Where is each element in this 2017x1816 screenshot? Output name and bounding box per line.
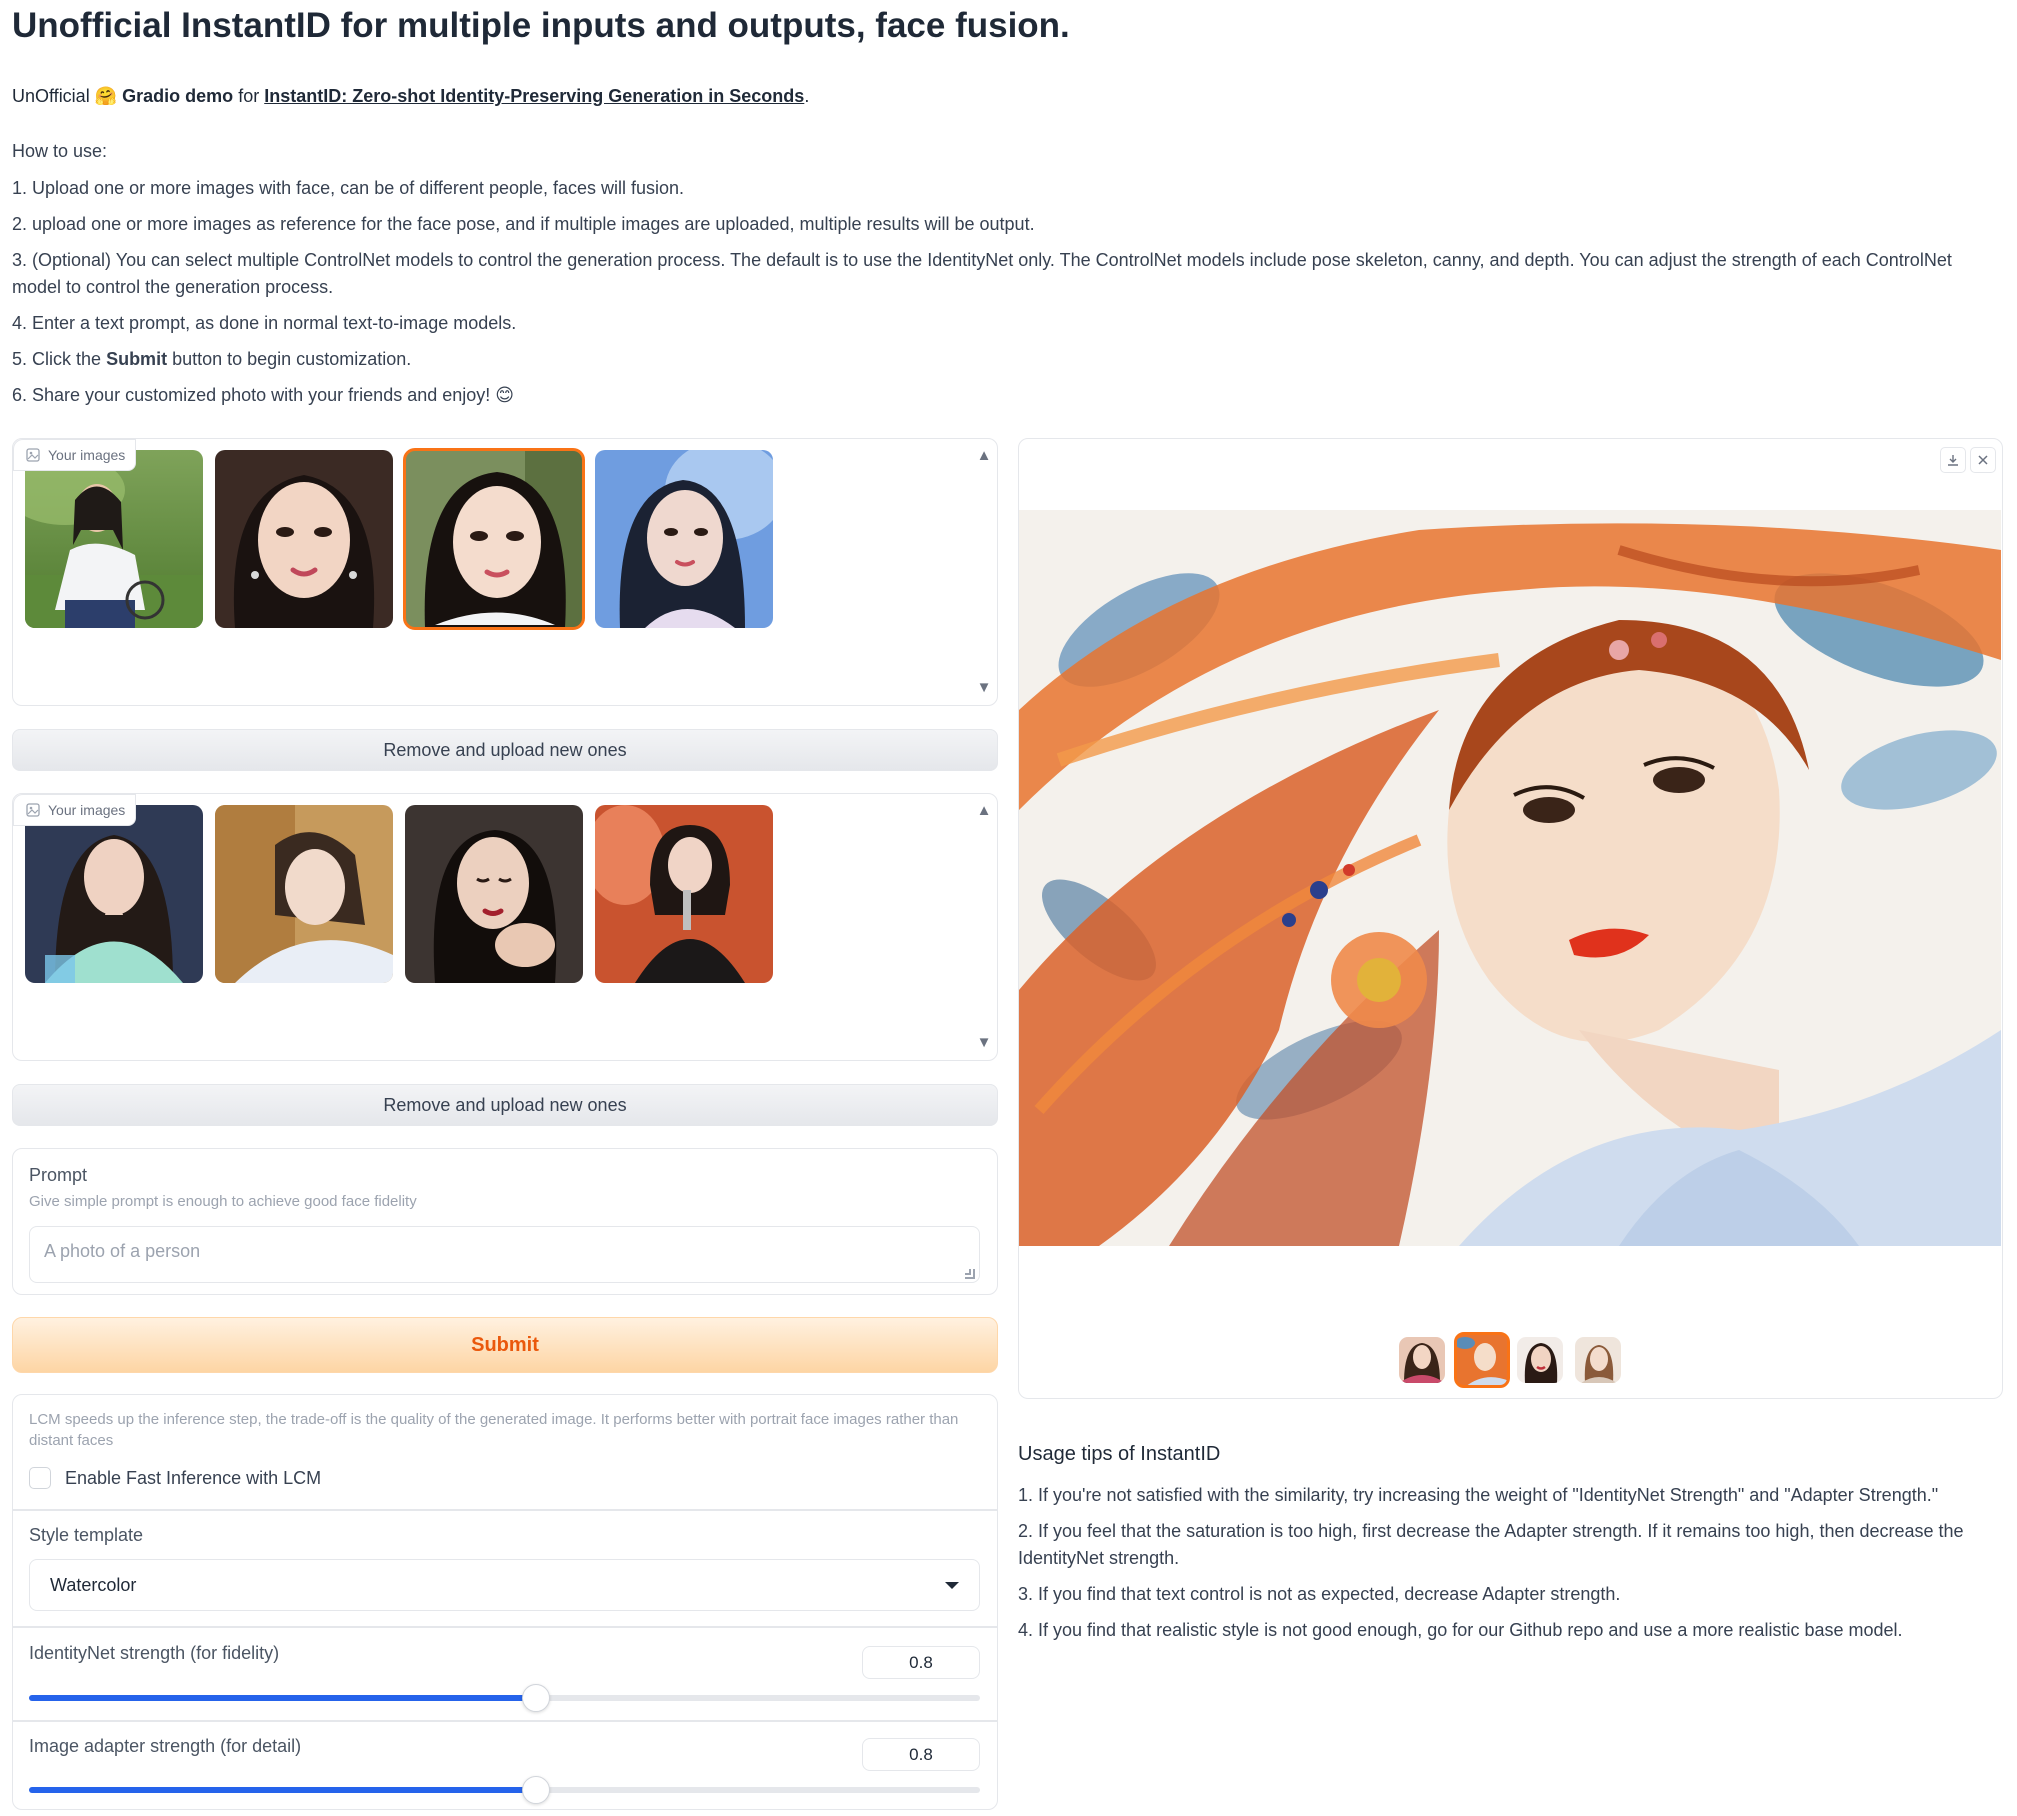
tip-1: 1. If you're not satisfied with the simi… <box>1018 1485 1939 1505</box>
divider <box>13 1509 997 1511</box>
lcm-checkbox-label: Enable Fast Inference with LCM <box>65 1467 322 1488</box>
divider <box>13 1720 997 1722</box>
resize-handle-icon[interactable] <box>965 1269 975 1279</box>
pose-thumb-3-image <box>405 805 583 983</box>
pose-image-gallery[interactable]: Your images ▲ ▼ <box>12 793 998 1061</box>
howto-step-5-pre: 5. Click the <box>12 349 102 369</box>
paper-link[interactable]: InstantID: Zero-shot Identity-Preserving… <box>264 86 804 106</box>
identitynet-strength-label: IdentityNet strength (for fidelity) <box>29 1643 280 1663</box>
hugging-face-emoji-icon: 🤗 <box>94 86 118 106</box>
submit-button[interactable]: Submit <box>12 1317 998 1373</box>
howto-heading: How to use: <box>12 141 108 161</box>
smile-emoji-icon: 😊 <box>495 385 515 405</box>
prompt-info: Give simple prompt is enough to achieve … <box>29 1193 417 1210</box>
image-icon <box>26 448 40 462</box>
download-icon[interactable] <box>1940 447 1966 473</box>
face-gallery-label-text: Your images <box>48 447 126 463</box>
pose-gallery-label-text: Your images <box>48 802 126 818</box>
face-thumb-4[interactable] <box>595 450 773 628</box>
face-thumb-4-image <box>595 450 773 628</box>
tip-3: 3. If you find that text control is not … <box>1018 1584 1621 1604</box>
remove-upload-button-faces[interactable]: Remove and upload new ones <box>12 729 998 771</box>
prompt-panel: Prompt Give simple prompt is enough to a… <box>12 1148 998 1295</box>
pose-thumb-4[interactable] <box>595 805 773 983</box>
divider <box>13 1626 997 1628</box>
tip-4: 4. If you find that realistic style is n… <box>1018 1620 1903 1640</box>
face-thumb-1[interactable] <box>25 450 203 628</box>
howto-step-3: 3. (Optional) You can select multiple Co… <box>12 250 1952 297</box>
scroll-down-arrow-icon[interactable]: ▼ <box>975 1034 993 1052</box>
style-template-dropdown[interactable]: Watercolor <box>29 1559 980 1611</box>
face-thumb-2-image <box>215 450 393 628</box>
output-thumb-3-image <box>1517 1337 1563 1383</box>
output-thumb-3[interactable] <box>1517 1337 1563 1383</box>
close-icon[interactable] <box>1970 447 1996 473</box>
prompt-label: Prompt <box>29 1165 88 1185</box>
adapter-slider-knob[interactable] <box>521 1776 550 1804</box>
pose-thumb-1-image <box>25 805 203 983</box>
identitynet-slider-fill <box>29 1695 536 1701</box>
face-thumb-2[interactable] <box>215 450 393 628</box>
intro-end: . <box>804 86 810 106</box>
identitynet-slider-knob[interactable] <box>521 1684 550 1712</box>
style-template-label: Style template <box>29 1525 144 1545</box>
output-thumb-4-image <box>1575 1337 1621 1383</box>
adapter-strength-input[interactable]: 0.8 <box>862 1738 980 1771</box>
face-thumb-3-image <box>405 450 583 628</box>
pose-thumb-4-image <box>595 805 773 983</box>
page-title: Unofficial InstantID for multiple inputs… <box>12 6 1070 45</box>
face-gallery-label: Your images <box>13 439 137 471</box>
usage-tips: 1. If you're not satisfied with the simi… <box>1018 1482 2003 1653</box>
lcm-checkbox[interactable] <box>29 1467 51 1489</box>
remove-upload-button-poses[interactable]: Remove and upload new ones <box>12 1084 998 1126</box>
adapter-strength-label: Image adapter strength (for detail) <box>29 1736 302 1756</box>
dropdown-caret-icon <box>945 1581 959 1589</box>
intro-bold: Gradio demo <box>122 86 234 106</box>
howto-step-6: 6. Share your customized photo with your… <box>12 382 2002 409</box>
lcm-checkbox-row[interactable]: Enable Fast Inference with LCM <box>29 1467 321 1489</box>
identitynet-strength-slider[interactable] <box>29 1684 980 1712</box>
prompt-placeholder: A photo of a person <box>44 1241 201 1261</box>
pose-gallery-label: Your images <box>13 794 137 826</box>
face-image-gallery[interactable]: Your images ▲ ▼ <box>12 438 998 706</box>
scroll-up-arrow-icon[interactable]: ▲ <box>975 802 993 820</box>
output-main-image[interactable] <box>1019 510 2001 1246</box>
howto-step-4: 4. Enter a text prompt, as done in norma… <box>12 313 517 333</box>
howto-step-5-post: button to begin customization. <box>172 349 412 369</box>
output-thumb-1-image <box>1399 1337 1445 1383</box>
pose-thumb-2[interactable] <box>215 805 393 983</box>
intro-line: UnOfficial 🤗 Gradio demo for InstantID: … <box>12 86 809 107</box>
howto-step-2: 2. upload one or more images as referenc… <box>12 214 1035 234</box>
output-thumb-1[interactable] <box>1399 1337 1445 1383</box>
howto-step-6-text: 6. Share your customized photo with your… <box>12 385 491 405</box>
adapter-slider-fill <box>29 1787 536 1793</box>
image-icon <box>26 803 40 817</box>
lcm-info: LCM speeds up the inference step, the tr… <box>29 1411 959 1449</box>
howto-step-1: 1. Upload one or more images with face, … <box>12 178 685 198</box>
output-thumb-2-image <box>1455 1333 1509 1387</box>
face-thumb-3-selected[interactable] <box>403 448 585 630</box>
howto-step-5-bold: Submit <box>106 349 168 369</box>
face-thumb-1-image <box>25 450 203 628</box>
pose-thumb-2-image <box>215 805 393 983</box>
tip-2: 2. If you feel that the saturation is to… <box>1018 1521 1964 1568</box>
usage-tips-title: Usage tips of InstantID <box>1018 1443 1221 1465</box>
prompt-textarea[interactable]: A photo of a person <box>29 1226 980 1283</box>
output-gallery <box>1018 438 2003 1399</box>
scroll-down-arrow-icon[interactable]: ▼ <box>975 679 993 697</box>
watercolor-portrait-image <box>1019 510 2001 1246</box>
how-to-use: How to use: 1. Upload one or more images… <box>12 138 2002 418</box>
output-thumb-2-selected[interactable] <box>1454 1332 1510 1388</box>
settings-panel: LCM speeds up the inference step, the tr… <box>12 1394 998 1810</box>
pose-thumb-1[interactable] <box>25 805 203 983</box>
intro-prefix: UnOfficial <box>12 86 90 106</box>
howto-step-5: 5. Click the Submit button to begin cust… <box>12 346 2002 373</box>
identitynet-strength-input[interactable]: 0.8 <box>862 1646 980 1679</box>
output-thumb-4[interactable] <box>1575 1337 1621 1383</box>
adapter-strength-slider[interactable] <box>29 1776 980 1804</box>
intro-for: for <box>238 86 260 106</box>
style-template-value: Watercolor <box>50 1574 137 1595</box>
pose-thumb-3[interactable] <box>405 805 583 983</box>
scroll-up-arrow-icon[interactable]: ▲ <box>975 447 993 465</box>
